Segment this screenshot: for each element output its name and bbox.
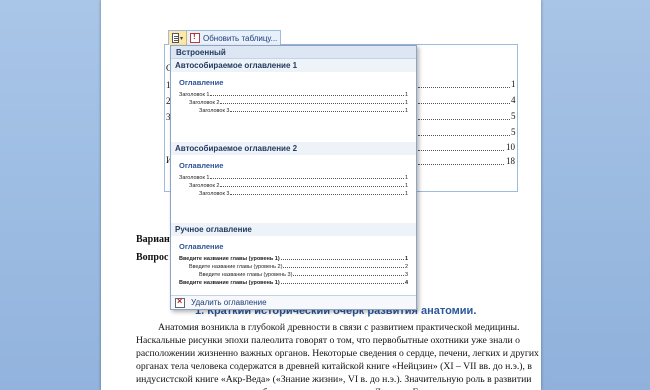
gallery-section-title: Автособираемое оглавление 1 <box>171 59 416 72</box>
toc-leader-dots <box>210 95 404 96</box>
workspace-background <box>0 0 100 390</box>
toc-preview-line: Заголовок 3 1 <box>179 189 408 197</box>
toc-leader-dots <box>210 178 404 179</box>
toc-preview-heading: Оглавление <box>179 242 224 251</box>
toc-preview-page: 1 <box>404 256 408 262</box>
toc-preview-line-text: Заголовок 1 <box>179 175 210 181</box>
toc-page-number: 1 <box>511 79 516 89</box>
toc-preview-page: 2 <box>404 264 408 270</box>
toc-leader-dots <box>220 103 404 104</box>
paragraph-line: Анатомия возникла в глубокой древности в… <box>158 322 520 333</box>
toc-preview-line-text: Введите название главы (уровень 3) <box>199 272 293 278</box>
toc-page-number: 18 <box>506 156 515 166</box>
toc-preview-line: Введите название главы (уровень 2) 2 <box>179 262 408 270</box>
document-icon <box>172 33 179 43</box>
toc-preview-page: 1 <box>404 183 408 189</box>
toc-preview-line-text: Введите название главы (уровень 2) <box>189 264 283 270</box>
delete-toc-icon <box>175 296 185 308</box>
toc-leader-dots <box>418 87 510 88</box>
toc-preview-line-text: Заголовок 2 <box>189 183 220 189</box>
content-control-tab: ▾ Обновить таблицу... <box>168 30 282 45</box>
toc-preview-line-text: Заголовок 3 <box>199 191 230 197</box>
question-label: Вопрос <box>136 252 169 263</box>
toc-page-number: 10 <box>506 142 515 152</box>
toc-preview-page: 1 <box>404 92 408 98</box>
toc-page-number: 5 <box>511 111 516 121</box>
toc-leader-dots <box>230 111 404 112</box>
toc-preview-page: 4 <box>404 280 408 286</box>
toc-preview-page: 1 <box>404 191 408 197</box>
refresh-table-button[interactable]: Обновить таблицу... <box>187 31 280 45</box>
toc-preview-line: Введите название главы (уровень 3) 3 <box>179 270 408 278</box>
paragraph-line: Наскальные рисунки эпохи палеолита говор… <box>136 335 520 346</box>
toc-leader-dots <box>230 194 404 195</box>
toc-page-number: 4 <box>511 95 516 105</box>
paragraph-line: расположении жизненно важных органов. Не… <box>136 348 539 359</box>
toc-preview-line-text: Заголовок 3 <box>199 108 230 114</box>
toc-preview-heading: Оглавление <box>179 78 224 87</box>
toc-preview-page: 1 <box>404 108 408 114</box>
toc-preview-line: Заголовок 2 1 <box>179 98 408 106</box>
toc-preview-line: Заголовок 3 1 <box>179 106 408 114</box>
remove-toc-label: Удалить оглавление <box>191 298 267 307</box>
chevron-down-icon: ▾ <box>179 35 183 42</box>
toc-preview-page: 1 <box>404 175 408 181</box>
toc-gallery-dropdown: Встроенный Автособираемое оглавление 1 Ог… <box>170 45 417 310</box>
toc-preview-line: Заголовок 1 1 <box>179 90 408 98</box>
toc-preview-heading: Оглавление <box>179 161 224 170</box>
toc-leader-dots <box>283 267 404 268</box>
gallery-toc-option[interactable]: Оглавление Заголовок 1 1 Заголовок 2 1 Заголо… <box>171 72 416 142</box>
toc-leader-dots <box>280 283 404 284</box>
toc-page-number: 5 <box>511 127 516 137</box>
variant-label: Варианг <box>136 234 175 245</box>
toc-leader-dots <box>418 164 504 165</box>
toc-leader-dots <box>280 259 404 260</box>
gallery-header: Встроенный <box>171 46 416 59</box>
paragraph-line: анатомии сыграло ритуальное бальзамирова… <box>136 386 519 390</box>
toc-leader-dots <box>418 135 510 136</box>
toc-preview-page: 3 <box>404 272 408 278</box>
toc-preview-line-text: Заголовок 2 <box>189 100 220 106</box>
toc-gallery-button[interactable]: ▾ <box>169 31 187 45</box>
toc-preview-line-text: Заголовок 1 <box>179 92 210 98</box>
gallery-section-title: Ручное оглавление <box>171 223 416 236</box>
toc-preview-line: Заголовок 2 1 <box>179 181 408 189</box>
paragraph-line: органах тела человека содержатся в древн… <box>136 361 532 372</box>
toc-leader-dots <box>220 186 404 187</box>
toc-leader-dots <box>293 275 404 276</box>
toc-leader-dots <box>418 119 510 120</box>
paragraph-line: индусистской книге «Акр-Веда» («Знание ж… <box>136 374 532 385</box>
gallery-sections: Автособираемое оглавление 1 Оглавление Заг… <box>171 59 416 308</box>
toc-preview-page: 1 <box>404 100 408 106</box>
toc-preview-line: Введите название главы (уровень 1) 1 <box>179 254 408 262</box>
gallery-section-title: Автособираемое оглавление 2 <box>171 142 416 155</box>
refresh-table-label: Обновить таблицу... <box>203 33 278 43</box>
toc-preview-line: Заголовок 1 1 <box>179 173 408 181</box>
refresh-icon <box>190 32 200 43</box>
toc-preview-line: Введите название главы (уровень 1) 4 <box>179 278 408 286</box>
gallery-toc-option[interactable]: Оглавление Заголовок 1 1 Заголовок 2 1 Заголо… <box>171 155 416 223</box>
remove-toc-item[interactable]: Удалить оглавление <box>171 295 416 309</box>
toc-preview-line-text: Введите название главы (уровень 1) <box>179 256 280 262</box>
toc-preview-line-text: Введите название главы (уровень 1) <box>179 280 280 286</box>
toc-leader-dots <box>418 150 504 151</box>
toc-leader-dots <box>418 103 510 104</box>
